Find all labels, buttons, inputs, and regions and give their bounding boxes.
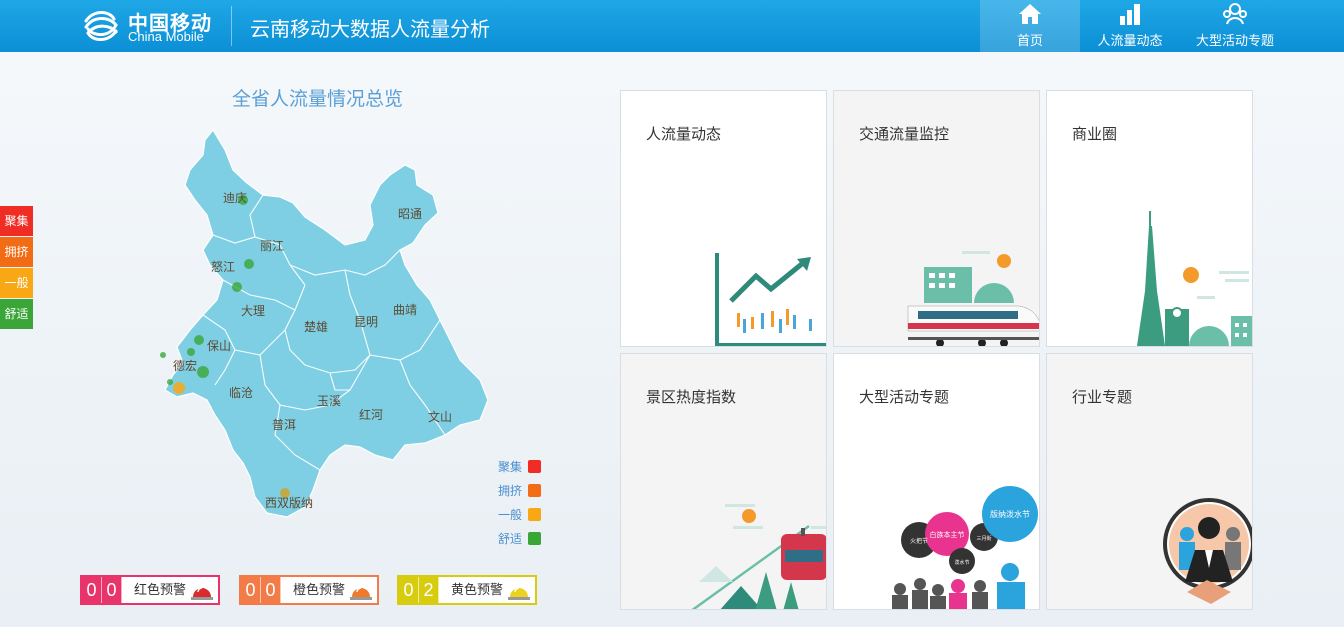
top-header: 中国移动 China Mobile 云南移动大数据人流量分析 首页 人流量动态	[0, 0, 1344, 52]
warning-label: 橙色预警	[293, 582, 346, 597]
nav-flow-dynamics-label: 人流量动态	[1097, 33, 1163, 48]
tile-business-district[interactable]: 商业圈	[1046, 90, 1253, 347]
nav-events[interactable]: 大型活动专题	[1180, 0, 1290, 52]
city-label-honghe[interactable]: 红河	[359, 406, 383, 423]
warning-digit: 0	[82, 577, 102, 603]
city-label-diqing[interactable]: 迪庆	[223, 189, 247, 206]
app-title: 云南移动大数据人流量分析	[250, 19, 490, 41]
home-icon	[1019, 4, 1041, 24]
legend-swatch	[528, 483, 541, 497]
map-legend: 聚集 拥挤 一般 舒适	[498, 454, 558, 550]
main-nav: 首页 人流量动态 大型活动专题	[980, 0, 1290, 52]
legend-gather: 聚集	[498, 454, 558, 478]
tile-scenic-heat-index[interactable]: 景区热度指数	[620, 353, 827, 610]
legend-normal: 一般	[498, 502, 558, 526]
nav-events-label: 大型活动专题	[1195, 33, 1274, 48]
header-divider	[231, 6, 232, 46]
china-mobile-logo-icon	[84, 11, 118, 41]
tile-title: 景区热度指数	[646, 389, 737, 406]
legend-label: 拥挤	[498, 483, 523, 498]
hotspot-comfortable[interactable]	[187, 348, 195, 356]
tile-title: 交通流量监控	[859, 126, 950, 143]
crowd-icon	[1223, 3, 1247, 25]
city-label-dehong[interactable]: 德宏	[173, 357, 197, 374]
status-filter-tabs: 聚集 拥挤 一般 舒适	[0, 206, 33, 330]
tile-industry[interactable]: 行业专题	[1046, 353, 1253, 610]
festival-bubble-label: 火把节	[910, 537, 928, 545]
city-label-dali[interactable]: 大理	[241, 302, 265, 319]
orange-warning-counter[interactable]: 0 0 橙色预警	[239, 575, 380, 605]
city-label-qujing[interactable]: 曲靖	[393, 301, 417, 318]
warning-label: 黄色预警	[451, 582, 504, 597]
city-label-chuxiong[interactable]: 楚雄	[304, 318, 328, 335]
tile-traffic-monitor[interactable]: 交通流量监控	[833, 90, 1040, 347]
orange-alarm-icon	[350, 587, 373, 600]
status-tab-normal[interactable]: 一般	[0, 268, 33, 298]
hotspot-comfortable[interactable]	[167, 379, 173, 385]
legend-swatch	[528, 459, 541, 473]
legend-label: 一般	[498, 507, 523, 522]
legend-label: 聚集	[498, 459, 523, 474]
city-label-lincang[interactable]: 临沧	[229, 384, 253, 401]
city-label-wenshan[interactable]: 文山	[428, 408, 452, 425]
tile-title: 商业圈	[1072, 126, 1118, 143]
red-warning-counter[interactable]: 0 0 红色预警	[80, 575, 221, 605]
city-label-xishuangbanna[interactable]: 西双版纳	[265, 494, 313, 511]
tile-title: 人流量动态	[646, 126, 722, 143]
bar-chart-icon	[1120, 4, 1140, 25]
tile-major-events[interactable]: 火把节 白族本主节 泼水节 三月街 版纳泼水节 大型活动专题	[833, 353, 1040, 610]
nav-home[interactable]: 首页	[980, 0, 1080, 52]
city-label-zhaotong[interactable]: 昭通	[398, 205, 422, 222]
hotspot-comfortable[interactable]	[194, 335, 204, 345]
tile-title: 行业专题	[1072, 389, 1133, 406]
yellow-warning-counter[interactable]: 0 2 黄色预警	[397, 575, 538, 605]
city-label-puer[interactable]: 普洱	[272, 416, 296, 433]
city-label-baoshan[interactable]: 保山	[207, 337, 231, 354]
festival-bubble-label: 版纳泼水节	[990, 509, 1030, 519]
city-label-yuxi[interactable]: 玉溪	[317, 392, 341, 409]
tile-flow-dynamics[interactable]: 人流量动态	[620, 90, 827, 347]
warning-digit: 0	[102, 577, 122, 603]
tile-title: 大型活动专题	[859, 389, 950, 406]
status-tab-gather[interactable]: 聚集	[0, 206, 33, 236]
city-label-lijiang[interactable]: 丽江	[260, 237, 284, 254]
nav-flow-dynamics[interactable]: 人流量动态	[1080, 0, 1180, 52]
warning-digit: 0	[261, 577, 281, 603]
map-title: 全省人流量情况总览	[232, 89, 404, 110]
warning-label: 红色预警	[134, 582, 187, 597]
hotspot-comfortable[interactable]	[244, 259, 254, 269]
hotspot-normal[interactable]	[173, 382, 185, 394]
warning-digit: 2	[419, 577, 439, 603]
legend-crowded: 拥挤	[498, 478, 558, 502]
festival-bubble-label: 白族本主节	[930, 530, 965, 539]
warning-digit: 0	[399, 577, 419, 603]
city-label-kunming[interactable]: 昆明	[354, 313, 378, 330]
status-tab-crowded[interactable]: 拥挤	[0, 237, 33, 267]
legend-swatch	[528, 531, 541, 545]
warning-digit: 0	[241, 577, 261, 603]
legend-comfortable: 舒适	[498, 526, 558, 550]
yellow-alarm-icon	[508, 587, 531, 600]
legend-label: 舒适	[498, 531, 523, 546]
festival-bubble-label: 三月街	[976, 535, 991, 542]
hotspot-comfortable[interactable]	[197, 366, 209, 378]
hotspot-comfortable[interactable]	[160, 352, 166, 358]
festival-bubble-label: 泼水节	[954, 559, 969, 566]
red-alarm-icon	[191, 587, 214, 600]
china-mobile-logo[interactable]: 中国移动 China Mobile	[80, 4, 220, 48]
city-label-nujiang[interactable]: 怒江	[211, 258, 235, 275]
legend-swatch	[528, 507, 541, 521]
status-tab-comfortable[interactable]: 舒适	[0, 299, 33, 329]
hotspot-comfortable[interactable]	[232, 282, 242, 292]
nav-home-label: 首页	[1016, 33, 1043, 48]
logo-text-en: China Mobile	[128, 29, 204, 44]
